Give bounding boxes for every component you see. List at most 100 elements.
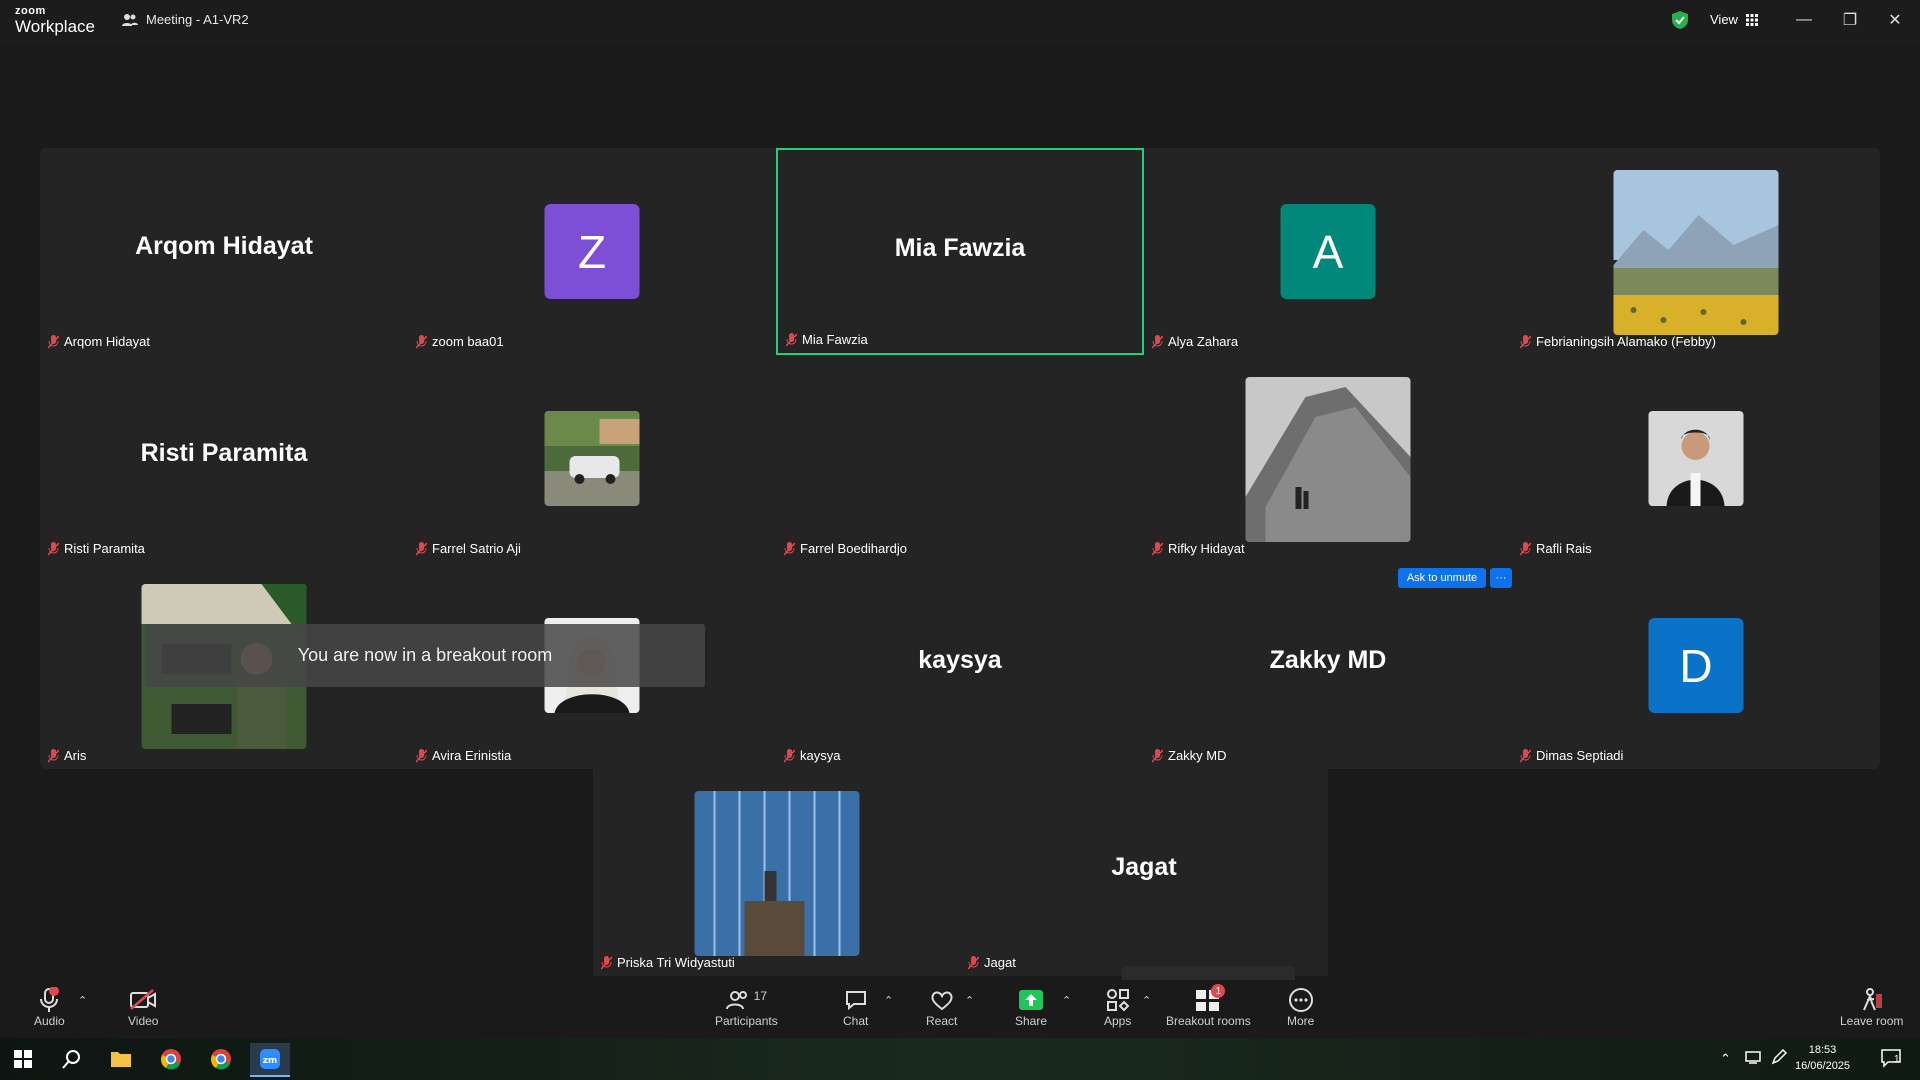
participant-label: Farrel Boedihardjo <box>784 541 907 556</box>
restore-icon[interactable]: ❐ <box>1835 8 1865 32</box>
clock-date: 16/06/2025 <box>1795 1060 1851 1072</box>
profile-photo-landscape <box>1613 170 1779 335</box>
avatar-initial: Z <box>544 204 640 299</box>
more-button[interactable]: More <box>1287 986 1314 1028</box>
shield-check-icon[interactable] <box>1671 10 1689 35</box>
network-icon[interactable] <box>1744 1050 1762 1069</box>
apps-options-caret[interactable]: ⌃ <box>1142 994 1151 1007</box>
video-off-icon <box>130 989 157 1010</box>
share-button[interactable]: Share <box>1015 986 1047 1028</box>
mic-off-icon <box>1520 541 1531 556</box>
participant-tile[interactable]: A Alya Zahara <box>1144 148 1512 355</box>
participant-tile[interactable]: Arqom Hidayat Arqom Hidayat <box>40 148 408 355</box>
mic-off-icon <box>416 541 427 556</box>
mic-off-icon <box>968 955 979 970</box>
profile-photo-building <box>694 791 860 956</box>
search-icon[interactable] <box>52 1043 92 1075</box>
profile-photo-car <box>544 411 640 506</box>
grid-icon <box>1745 13 1758 26</box>
video-button[interactable]: Video <box>128 986 158 1028</box>
participant-tile-active-speaker[interactable]: Mia Fawzia Mia Fawzia <box>776 148 1144 355</box>
react-options-caret[interactable]: ⌃ <box>965 994 974 1007</box>
meeting-info[interactable]: Meeting - A1-VR2 <box>122 12 249 27</box>
clock-time: 18:53 <box>1808 1044 1837 1056</box>
participants-count: 17 <box>753 989 768 1003</box>
participant-tile[interactable]: Febrianingsih Alamako (Febby) <box>1512 148 1880 355</box>
close-icon[interactable]: ✕ <box>1880 8 1910 32</box>
participant-name-large: Risti Paramita <box>140 439 308 467</box>
mic-off-icon <box>1520 748 1531 763</box>
profile-photo-portrait <box>1648 411 1744 506</box>
participant-label: Risti Paramita <box>48 541 145 556</box>
apps-icon <box>1106 989 1130 1012</box>
pen-icon[interactable] <box>1771 1048 1788 1070</box>
breakout-rooms-button[interactable]: 1 Breakout rooms <box>1166 984 1251 1028</box>
chevron-up-icon[interactable]: ⌃ <box>1720 1051 1731 1067</box>
system-clock[interactable]: 18:53 16/06/2025 <box>1795 1042 1850 1074</box>
video-stage: Arqom Hidayat Arqom Hidayat Z zoom baa01… <box>0 44 1920 1022</box>
participant-tile[interactable]: D Dimas Septiadi <box>1512 562 1880 769</box>
mic-off-icon <box>784 541 795 556</box>
chat-button[interactable]: Chat <box>843 986 868 1028</box>
mic-off-icon <box>1152 334 1163 349</box>
participant-label: Alya Zahara <box>1152 334 1238 349</box>
participants-icon <box>725 991 747 1010</box>
participant-name-large: Arqom Hidayat <box>135 232 313 260</box>
participant-label: Jagat <box>968 955 1016 970</box>
participant-label: Avira Erinistia <box>416 748 511 763</box>
participant-label: zoom baa01 <box>416 334 504 349</box>
mic-off-icon <box>601 955 612 970</box>
participant-tile[interactable]: Z zoom baa01 <box>408 148 776 355</box>
participant-tile[interactable]: Rifky Hidayat <box>1144 355 1512 562</box>
share-icon <box>1019 990 1044 1010</box>
participant-name-large: kaysya <box>918 646 1002 674</box>
participant-label: Priska Tri Widyastuti <box>601 955 735 970</box>
notification-center-icon[interactable]: 1 <box>1880 1048 1902 1073</box>
apps-button[interactable]: Apps <box>1104 986 1131 1028</box>
zoom-logo: zoom Workplace <box>15 5 95 36</box>
breakout-badge: 1 <box>1211 984 1226 998</box>
chat-options-caret[interactable]: ⌃ <box>884 994 893 1007</box>
participant-tile[interactable]: Risti Paramita Risti Paramita <box>40 355 408 562</box>
participant-tile[interactable]: Farrel Boedihardjo <box>776 355 1144 562</box>
mic-off-icon <box>784 748 795 763</box>
participant-tile[interactable]: Rafli Rais <box>1512 355 1880 562</box>
chrome-icon[interactable] <box>201 1043 241 1075</box>
leave-room-button[interactable]: Leave room <box>1840 986 1903 1028</box>
minimize-icon[interactable]: — <box>1789 8 1819 32</box>
audio-button[interactable]: Audio <box>34 986 65 1028</box>
mic-off-icon <box>416 334 427 349</box>
participant-name-large: Zakky MD <box>1269 646 1387 674</box>
more-icon <box>1288 988 1313 1012</box>
participant-tile[interactable]: Priska Tri Widyastuti <box>593 769 961 976</box>
brand-top: zoom <box>15 5 46 17</box>
leave-icon <box>1862 988 1882 1011</box>
share-options-caret[interactable]: ⌃ <box>1062 994 1071 1007</box>
svg-text:zm: zm <box>263 1056 278 1066</box>
participant-label: Rafli Rais <box>1520 541 1592 556</box>
participant-label: kaysya <box>784 748 840 763</box>
zoom-icon[interactable]: zm <box>250 1043 290 1077</box>
meeting-group-icon <box>122 13 138 26</box>
chat-icon <box>845 991 866 1011</box>
chrome-icon[interactable] <box>151 1043 191 1075</box>
tile-more-button[interactable]: ··· <box>1490 568 1512 588</box>
participant-label: Mia Fawzia <box>786 332 868 347</box>
participants-button[interactable]: 17 Participants <box>715 986 778 1028</box>
react-icon <box>931 991 953 1011</box>
participant-tile[interactable]: Farrel Satrio Aji <box>408 355 776 562</box>
mic-off-icon <box>416 748 427 763</box>
participant-tile[interactable]: Zakky MD Zakky MD <box>1144 562 1512 769</box>
folder-icon[interactable] <box>101 1043 141 1075</box>
ask-to-unmute-button[interactable]: Ask to unmute <box>1398 568 1486 588</box>
view-button[interactable]: View <box>1710 12 1758 27</box>
participant-label: Dimas Septiadi <box>1520 748 1623 763</box>
audio-options-caret[interactable]: ⌃ <box>78 994 87 1007</box>
participant-tile[interactable]: kaysya kaysya <box>776 562 1144 769</box>
mic-off-icon <box>40 987 60 1012</box>
react-button[interactable]: React <box>926 986 957 1028</box>
windows-icon[interactable] <box>3 1043 43 1075</box>
participant-label: Febrianingsih Alamako (Febby) <box>1520 334 1716 349</box>
participant-tile[interactable]: Jagat Jagat <box>960 769 1328 976</box>
title-bar: zoom Workplace Meeting - A1-VR2 View — ❐… <box>0 0 1920 44</box>
